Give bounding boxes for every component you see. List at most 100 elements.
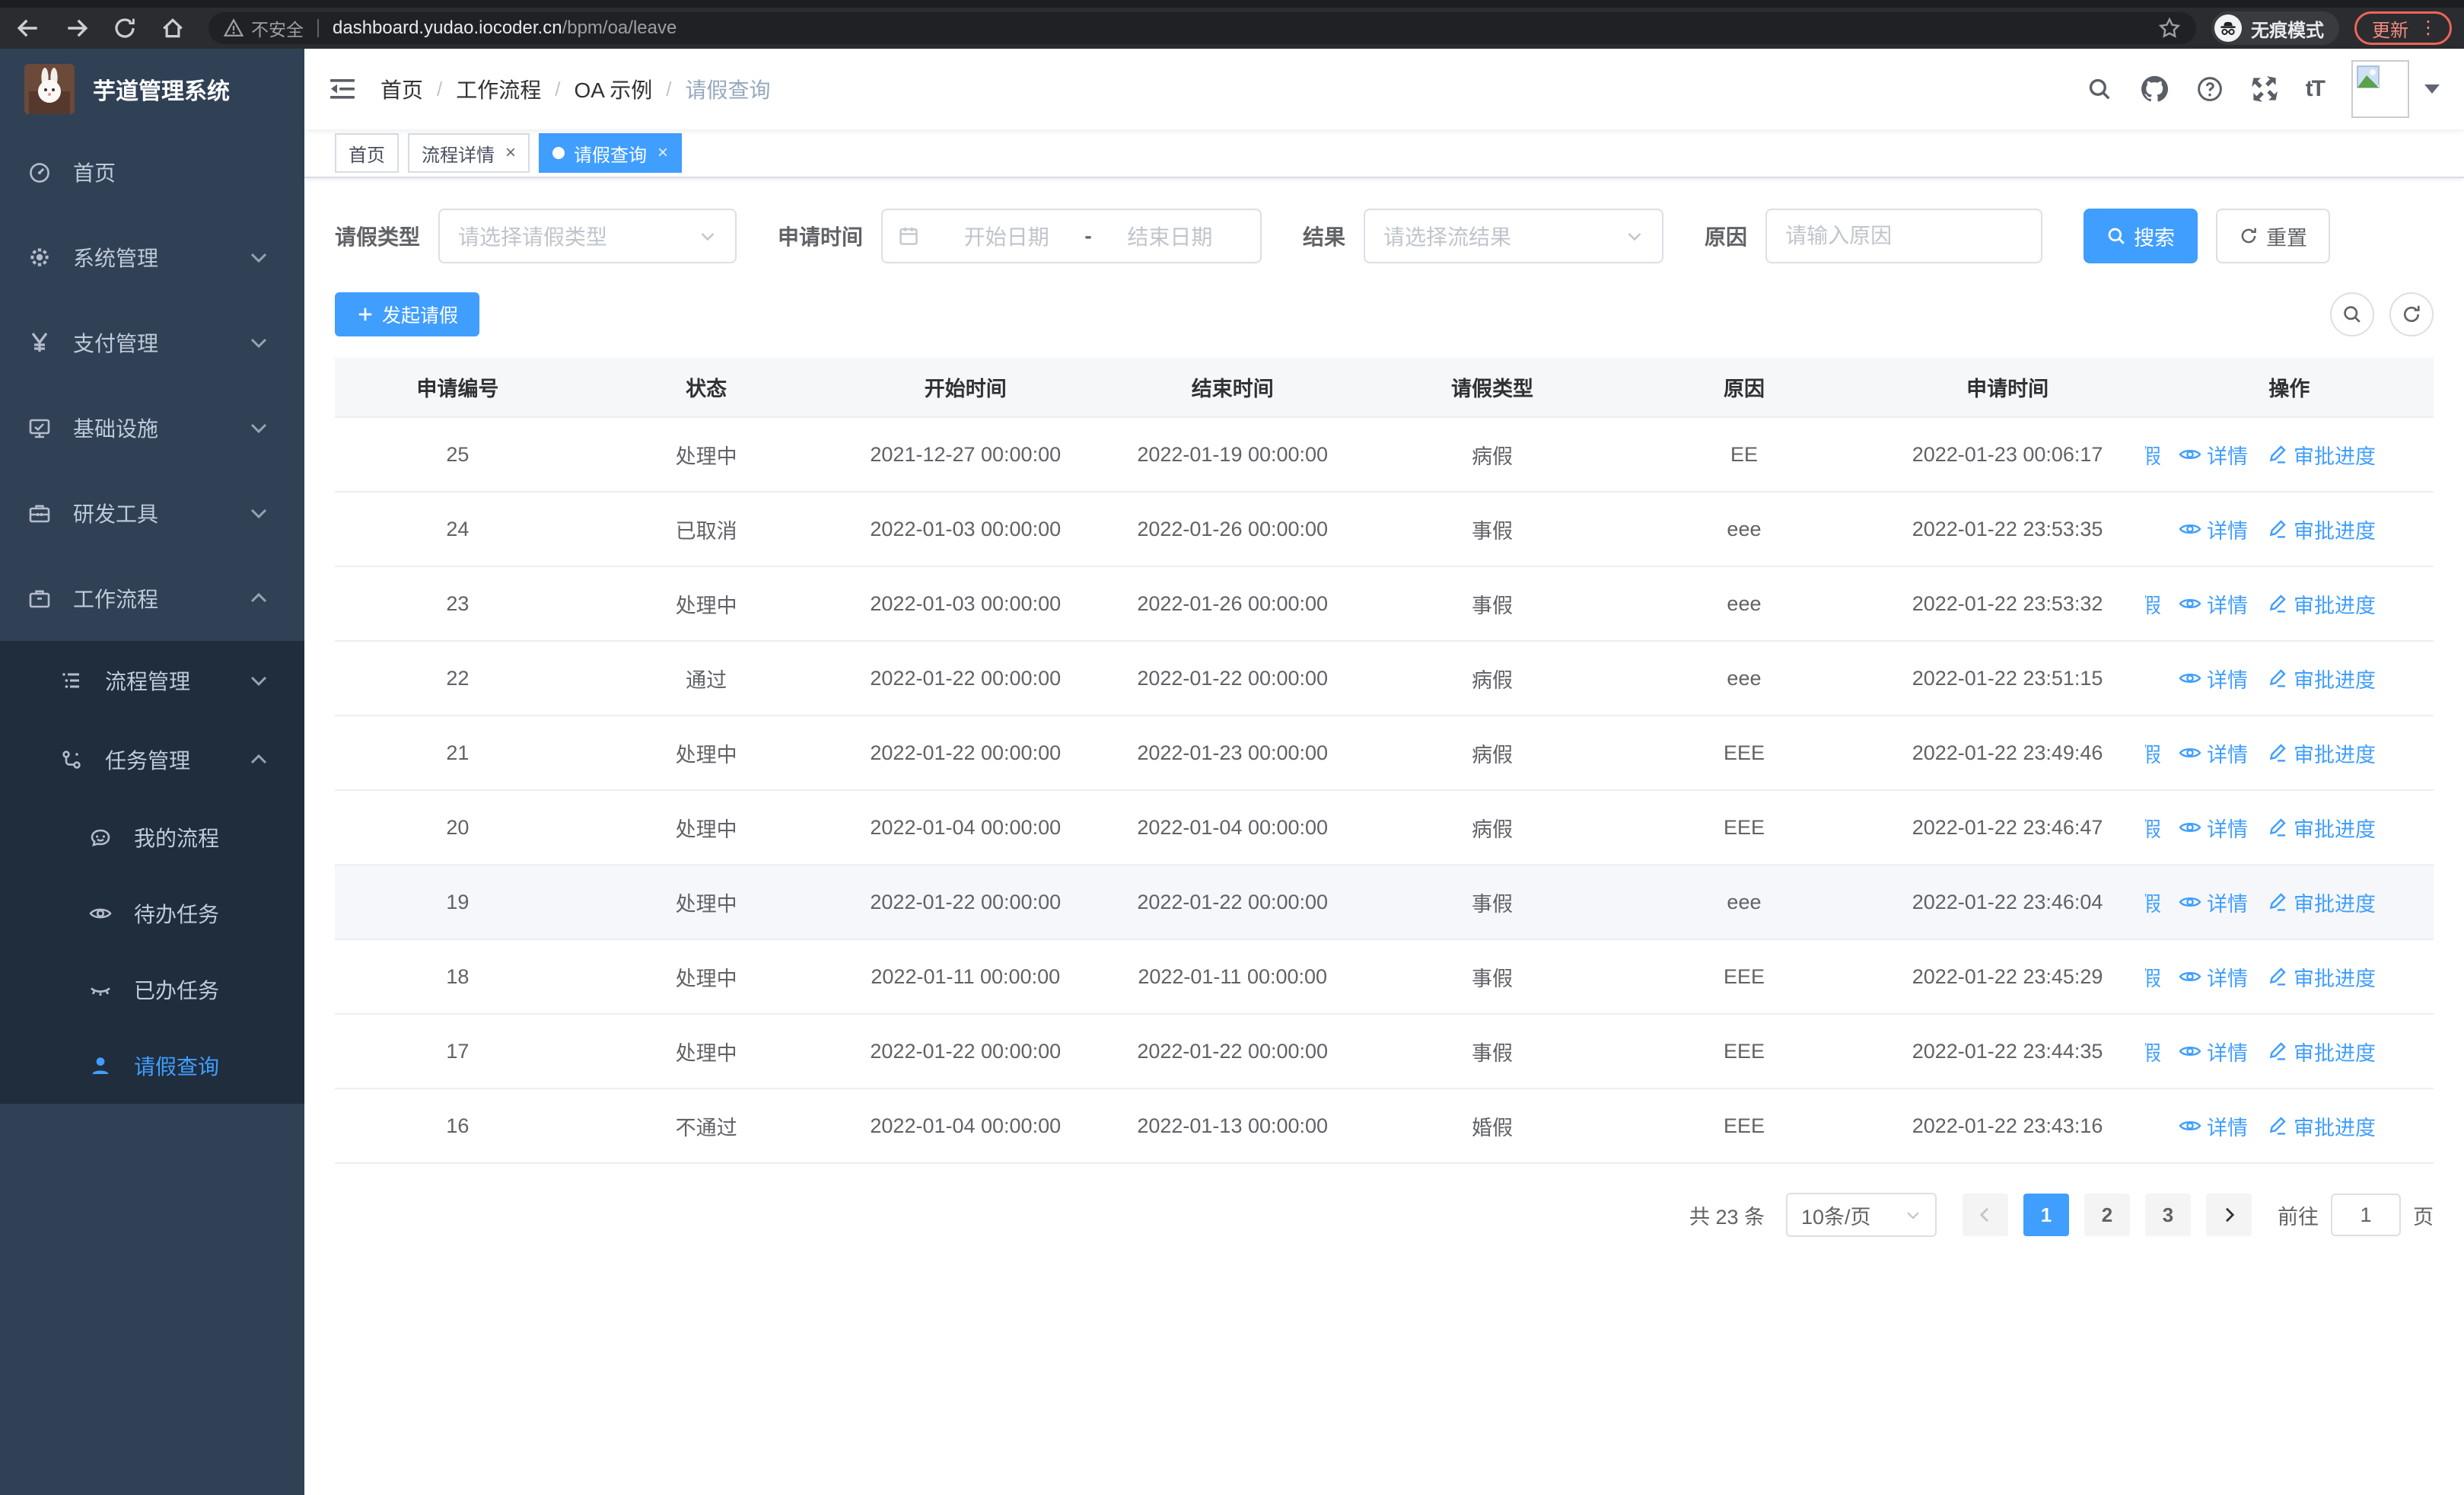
bookmark-star-icon[interactable]	[2158, 17, 2181, 40]
table-row[interactable]: 19 处理中 2022-01-22 00:00:00 2022-01-22 00:00…	[335, 865, 2434, 940]
table-row[interactable]: 18 处理中 2022-01-11 00:00:00 2022-01-11 00:00…	[335, 939, 2434, 1015]
detail-link[interactable]: 详情	[2178, 664, 2248, 693]
sidebar-item-工作流程[interactable]: 工作流程	[0, 556, 304, 641]
approval-progress-link[interactable]: 审批进度	[2265, 888, 2376, 917]
column-header: 请假类型	[1366, 358, 1619, 418]
detail-link[interactable]: 详情	[2178, 962, 2248, 992]
fullscreen-icon[interactable]	[2251, 75, 2278, 103]
table-row[interactable]: 16 不通过 2022-01-04 00:00:00 2022-01-13 00:00…	[335, 1089, 2434, 1164]
prev-page-button[interactable]	[1963, 1194, 2008, 1236]
page-button-2[interactable]: 2	[2084, 1194, 2130, 1236]
cell-leave-type: 病假	[1366, 716, 1619, 791]
tag-请假查询[interactable]: 请假查询 ×	[539, 133, 683, 173]
approval-progress-link[interactable]: 审批进度	[2265, 440, 2376, 470]
table-row[interactable]: 22 通过 2022-01-22 00:00:00 2022-01-22 00:00:…	[335, 641, 2434, 716]
approval-progress-link[interactable]: 审批进度	[2265, 664, 2376, 693]
cell-end-time: 2022-01-19 00:00:00	[1098, 417, 1367, 492]
cell-id: 19	[335, 865, 581, 940]
sidebar-item-已办任务[interactable]: 已办任务	[0, 952, 304, 1028]
table-row[interactable]: 20 处理中 2022-01-04 00:00:00 2022-01-04 00:00…	[335, 790, 2434, 865]
table-row[interactable]: 21 处理中 2022-01-22 00:00:00 2022-01-23 00:00…	[335, 716, 2434, 791]
approval-progress-link[interactable]: 审批进度	[2265, 589, 2376, 619]
leave-type-select[interactable]: 请选择请假类型	[438, 209, 737, 263]
approval-progress-link[interactable]: 审批进度	[2265, 738, 2376, 768]
detail-link[interactable]: 详情	[2178, 813, 2248, 843]
chevron-up-icon	[247, 586, 271, 610]
breadcrumb-item[interactable]: 首页	[380, 74, 423, 104]
approval-progress-link[interactable]: 审批进度	[2265, 813, 2376, 843]
sidebar-item-我的流程[interactable]: 我的流程	[0, 799, 304, 875]
search-button[interactable]: 搜索	[2084, 209, 2198, 263]
tag-流程详情[interactable]: 流程详情 ×	[408, 133, 530, 173]
logo-row[interactable]: 芋道管理系统	[0, 49, 304, 129]
goto-page-input[interactable]	[2331, 1194, 2401, 1236]
sidebar-collapse-icon[interactable]	[329, 75, 356, 103]
cancel-leave-link[interactable]: 取消请假	[2145, 589, 2161, 619]
sidebar-item-支付管理[interactable]: 支付管理	[0, 300, 304, 385]
toggle-search-button[interactable]	[2330, 292, 2374, 336]
close-icon[interactable]: ×	[657, 144, 668, 162]
browser-menu-icon[interactable]: ⋮	[2419, 19, 2437, 37]
create-leave-button[interactable]: 发起请假	[335, 292, 480, 336]
refresh-table-button[interactable]	[2389, 292, 2434, 336]
sidebar-item-研发工具[interactable]: 研发工具	[0, 470, 304, 556]
browser-update-button[interactable]: 更新 ⋮	[2354, 11, 2452, 45]
detail-link[interactable]: 详情	[2178, 738, 2248, 768]
close-icon[interactable]: ×	[505, 144, 516, 162]
reset-button[interactable]: 重置	[2216, 209, 2331, 263]
breadcrumb-item[interactable]: OA 示例	[575, 74, 653, 104]
cell-status: 处理中	[580, 1014, 832, 1089]
table-row[interactable]: 25 处理中 2021-12-27 00:00:00 2022-01-19 00:00…	[335, 417, 2434, 492]
browser-forward-icon[interactable]	[64, 15, 90, 41]
tag-首页[interactable]: 首页	[335, 133, 399, 173]
avatar[interactable]	[2351, 60, 2409, 118]
result-select[interactable]: 请选择流结果	[1364, 209, 1664, 263]
cancel-leave-link[interactable]: 取消请假	[2145, 888, 2161, 917]
detail-link[interactable]: 详情	[2178, 440, 2248, 470]
table-row[interactable]: 24 已取消 2022-01-03 00:00:00 2022-01-26 00:00…	[335, 492, 2434, 567]
next-page-button[interactable]	[2206, 1194, 2252, 1236]
reason-input[interactable]	[1785, 224, 2023, 248]
browser-reload-icon[interactable]	[113, 16, 137, 40]
approval-progress-link[interactable]: 审批进度	[2265, 515, 2376, 544]
font-size-icon[interactable]: tT	[2306, 76, 2326, 102]
sidebar-item-任务管理[interactable]: 任务管理	[0, 720, 304, 799]
url-bar[interactable]: 不安全 dashboard.yudao.iocoder.cn/bpm/oa/le…	[209, 12, 2196, 44]
approval-progress-link[interactable]: 审批进度	[2265, 1111, 2376, 1141]
sidebar-item-首页[interactable]: 首页	[0, 129, 304, 215]
breadcrumb: 首页 / 工作流程 / OA 示例 / 请假查询	[380, 74, 770, 104]
detail-link[interactable]: 详情	[2178, 888, 2248, 917]
page-size-select[interactable]: 10条/页	[1786, 1193, 1937, 1237]
approval-progress-link[interactable]: 审批进度	[2265, 962, 2376, 992]
chevron-down-icon[interactable]	[2424, 84, 2440, 94]
cancel-leave-link[interactable]: 取消请假	[2145, 1037, 2161, 1066]
cell-end-time: 2022-01-04 00:00:00	[1098, 790, 1367, 865]
table-row[interactable]: 23 处理中 2022-01-03 00:00:00 2022-01-26 00:00…	[335, 566, 2434, 642]
apply-time-range-picker[interactable]: 开始日期 - 结束日期	[881, 209, 1262, 263]
detail-link[interactable]: 详情	[2178, 1111, 2248, 1141]
github-icon[interactable]	[2140, 75, 2169, 104]
cancel-leave-link[interactable]: 取消请假	[2145, 738, 2161, 768]
cancel-leave-link[interactable]: 取消请假	[2145, 962, 2161, 992]
sidebar-item-请假查询[interactable]: 请假查询	[0, 1028, 304, 1104]
approval-progress-link[interactable]: 审批进度	[2265, 1037, 2376, 1066]
page-button-1[interactable]: 1	[2023, 1194, 2069, 1236]
help-icon[interactable]	[2196, 75, 2224, 103]
browser-home-icon[interactable]	[160, 15, 186, 41]
sidebar-item-流程管理[interactable]: 流程管理	[0, 641, 304, 720]
detail-link[interactable]: 详情	[2178, 1037, 2248, 1066]
security-label[interactable]: 不安全	[251, 15, 304, 41]
header-search-icon[interactable]	[2087, 76, 2112, 102]
sidebar-item-系统管理[interactable]: 系统管理	[0, 215, 304, 300]
sidebar-item-待办任务[interactable]: 待办任务	[0, 875, 304, 952]
cancel-leave-link[interactable]: 取消请假	[2145, 813, 2161, 843]
detail-link[interactable]: 详情	[2178, 515, 2248, 544]
browser-back-icon[interactable]	[15, 15, 41, 41]
table-row[interactable]: 17 处理中 2022-01-22 00:00:00 2022-01-22 00:00…	[335, 1014, 2434, 1089]
sidebar-item-label: 流程管理	[105, 670, 191, 693]
breadcrumb-item[interactable]: 工作流程	[456, 74, 541, 104]
page-button-3[interactable]: 3	[2145, 1194, 2191, 1236]
cancel-leave-link[interactable]: 取消请假	[2145, 440, 2161, 470]
sidebar-item-基础设施[interactable]: 基础设施	[0, 385, 304, 470]
detail-link[interactable]: 详情	[2178, 589, 2248, 619]
